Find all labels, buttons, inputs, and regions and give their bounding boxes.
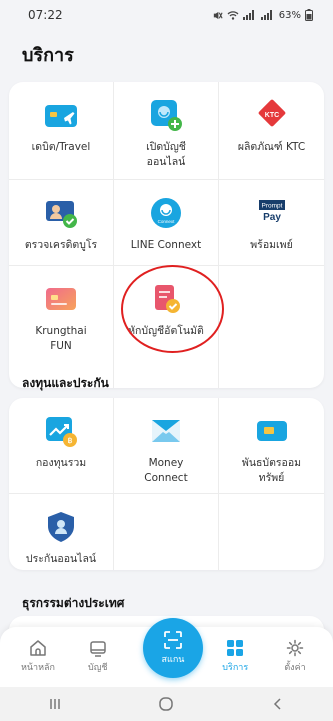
- mutual-fund-badge: ฿: [67, 436, 72, 445]
- investment-savings-bond[interactable]: พันธบัตรออม ทรัพย์: [219, 398, 324, 494]
- investment-label: กองทุนรวม: [35, 457, 87, 469]
- open-account-icon: [149, 98, 183, 132]
- nav-home-label: หน้าหลัก: [20, 663, 56, 673]
- scan-button[interactable]: สแกน: [143, 618, 203, 678]
- promptpay-badge-bottom: Pay: [263, 212, 281, 223]
- status-bar: 07:22 63%: [0, 0, 333, 30]
- section-title-foreign: ธุรกรรมต่างประเทศ: [22, 596, 125, 610]
- nav-settings[interactable]: ตั้งค่า: [269, 627, 321, 687]
- section-title-investment: ลงทุนและประกัน: [22, 376, 109, 390]
- service-label: พร้อมเพย์: [250, 239, 293, 251]
- status-time: 07:22: [28, 8, 63, 22]
- status-indicators: 63%: [212, 9, 313, 21]
- investment-label: ประกันออนไลน์: [25, 553, 97, 565]
- gear-icon: [286, 639, 304, 657]
- investment-card: ฿ กองทุนรวม Money Connect พันธบัตรออม ทร…: [9, 398, 324, 570]
- home-icon: [30, 640, 46, 656]
- nav-home[interactable]: หน้าหลัก: [12, 627, 64, 687]
- system-nav-bar: [0, 687, 333, 721]
- service-label: ตรวจเครดิตบูโร: [24, 239, 98, 251]
- service-promptpay[interactable]: Prompt Pay พร้อมเพย์: [219, 180, 324, 266]
- signal-icon-2: [260, 10, 272, 20]
- service-credit-bureau[interactable]: ตรวจเครดิตบูโร: [9, 180, 114, 266]
- wifi-icon: [227, 10, 239, 20]
- money-connect-icon: [149, 414, 183, 448]
- scan-icon: [164, 631, 182, 649]
- investment-money-connect[interactable]: Money Connect: [114, 398, 219, 494]
- service-open-account[interactable]: เปิดบัญชี ออนไลน์: [114, 82, 219, 180]
- mutual-fund-icon: ฿: [44, 414, 78, 448]
- savings-bond-icon: [255, 414, 289, 448]
- scan-label: สแกน: [161, 655, 185, 665]
- signal-icon: [242, 10, 254, 20]
- investment-label: พันธบัตรออม ทรัพย์: [241, 457, 302, 484]
- nav-account-label: บัญชี: [88, 663, 108, 673]
- back-icon[interactable]: [271, 697, 285, 711]
- investment-mutual-fund[interactable]: ฿ กองทุนรวม: [9, 398, 114, 494]
- online-insurance-icon: [44, 510, 78, 544]
- service-travel-card[interactable]: เดบิต/Travel: [9, 82, 114, 180]
- nav-services[interactable]: บริการ: [209, 627, 261, 687]
- ktc-badge-text: KTC: [264, 112, 278, 119]
- highlight-circle: [121, 265, 224, 353]
- service-krungthai-fun[interactable]: Krungthai FUN: [9, 266, 114, 388]
- promptpay-icon: Prompt Pay: [255, 196, 289, 230]
- service-label: Krungthai FUN: [35, 325, 87, 352]
- credit-bureau-icon: [44, 196, 78, 230]
- home-circle-icon[interactable]: [158, 696, 174, 712]
- service-label: LINE Connext: [130, 239, 202, 251]
- nav-settings-label: ตั้งค่า: [284, 663, 306, 673]
- empty-cell: [219, 494, 324, 570]
- nav-services-label: บริการ: [222, 663, 249, 673]
- battery-percent: 63%: [278, 9, 301, 21]
- service-label: ผลิตภัณฑ์ KTC: [237, 141, 306, 153]
- battery-icon: [305, 9, 313, 21]
- service-label: เปิดบัญชี ออนไลน์: [146, 141, 186, 168]
- connext-badge-text: Connext: [158, 219, 176, 224]
- service-line-connext[interactable]: Connext LINE Connext: [114, 180, 219, 266]
- page-title: บริการ: [22, 45, 74, 66]
- krungthai-fun-icon: [44, 282, 78, 316]
- nav-account[interactable]: บัญชี: [72, 627, 124, 687]
- services-grid-icon: [227, 640, 244, 656]
- line-connext-icon: Connext: [149, 196, 183, 230]
- empty-cell: [219, 266, 324, 388]
- ktc-icon: KTC: [255, 98, 289, 132]
- travel-card-icon: [44, 98, 78, 132]
- service-label: เดบิต/Travel: [31, 141, 91, 153]
- promptpay-badge-top: Prompt: [261, 203, 282, 210]
- service-ktc[interactable]: KTC ผลิตภัณฑ์ KTC: [219, 82, 324, 180]
- account-icon: [90, 641, 106, 657]
- mute-icon: [213, 11, 223, 19]
- empty-cell: [114, 494, 219, 570]
- recent-apps-icon[interactable]: [48, 697, 62, 711]
- investment-online-insurance[interactable]: ประกันออนไลน์: [9, 494, 114, 570]
- investment-label: Money Connect: [144, 457, 188, 484]
